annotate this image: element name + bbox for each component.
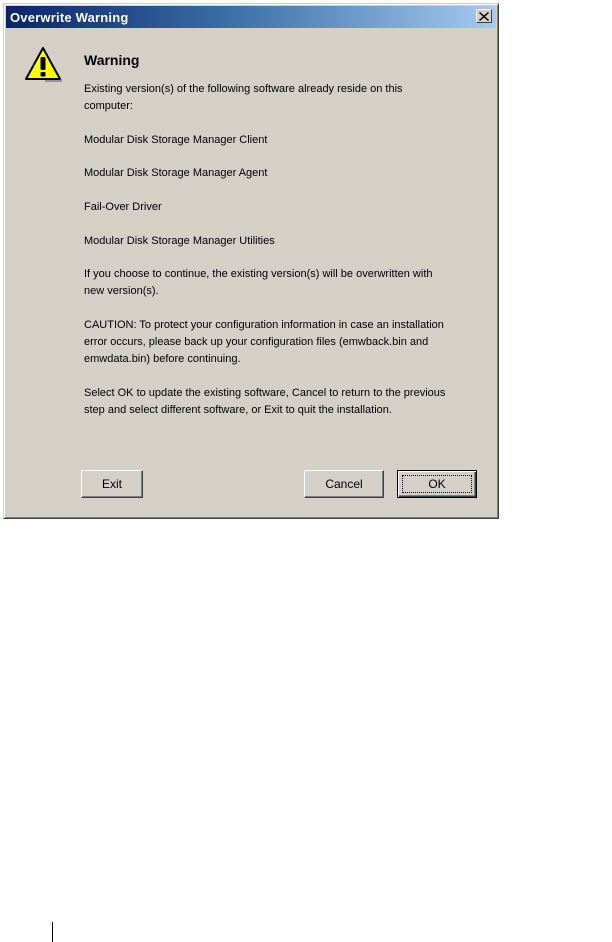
- software-item-client: Modular Disk Storage Manager Client: [84, 134, 268, 146]
- warning-triangle-icon: [24, 46, 62, 82]
- software-item-failover-driver: Fail-Over Driver: [84, 201, 162, 213]
- close-button[interactable]: [476, 9, 492, 23]
- caution-paragraph: CAUTION: To protect your configuration i…: [84, 319, 444, 365]
- software-item-utilities: Modular Disk Storage Manager Utilities: [84, 235, 275, 247]
- cancel-button[interactable]: Cancel: [304, 470, 384, 498]
- software-item-agent: Modular Disk Storage Manager Agent: [84, 167, 268, 179]
- page-margin-rule: [52, 922, 53, 942]
- warning-heading: Warning: [84, 52, 140, 68]
- overwrite-notice-paragraph: If you choose to continue, the existing …: [84, 268, 433, 297]
- intro-paragraph: Existing version(s) of the following sof…: [84, 83, 403, 112]
- window-title: Overwrite Warning: [10, 9, 129, 25]
- close-icon: [479, 11, 489, 21]
- ok-button[interactable]: OK: [397, 470, 477, 498]
- instructions-paragraph: Select OK to update the existing softwar…: [84, 387, 446, 416]
- ok-button-label: OK: [428, 477, 446, 491]
- title-bar[interactable]: Overwrite Warning: [6, 6, 496, 28]
- overwrite-warning-dialog: Overwrite Warning Warning Existing versi…: [3, 3, 499, 519]
- exit-button[interactable]: Exit: [81, 470, 143, 498]
